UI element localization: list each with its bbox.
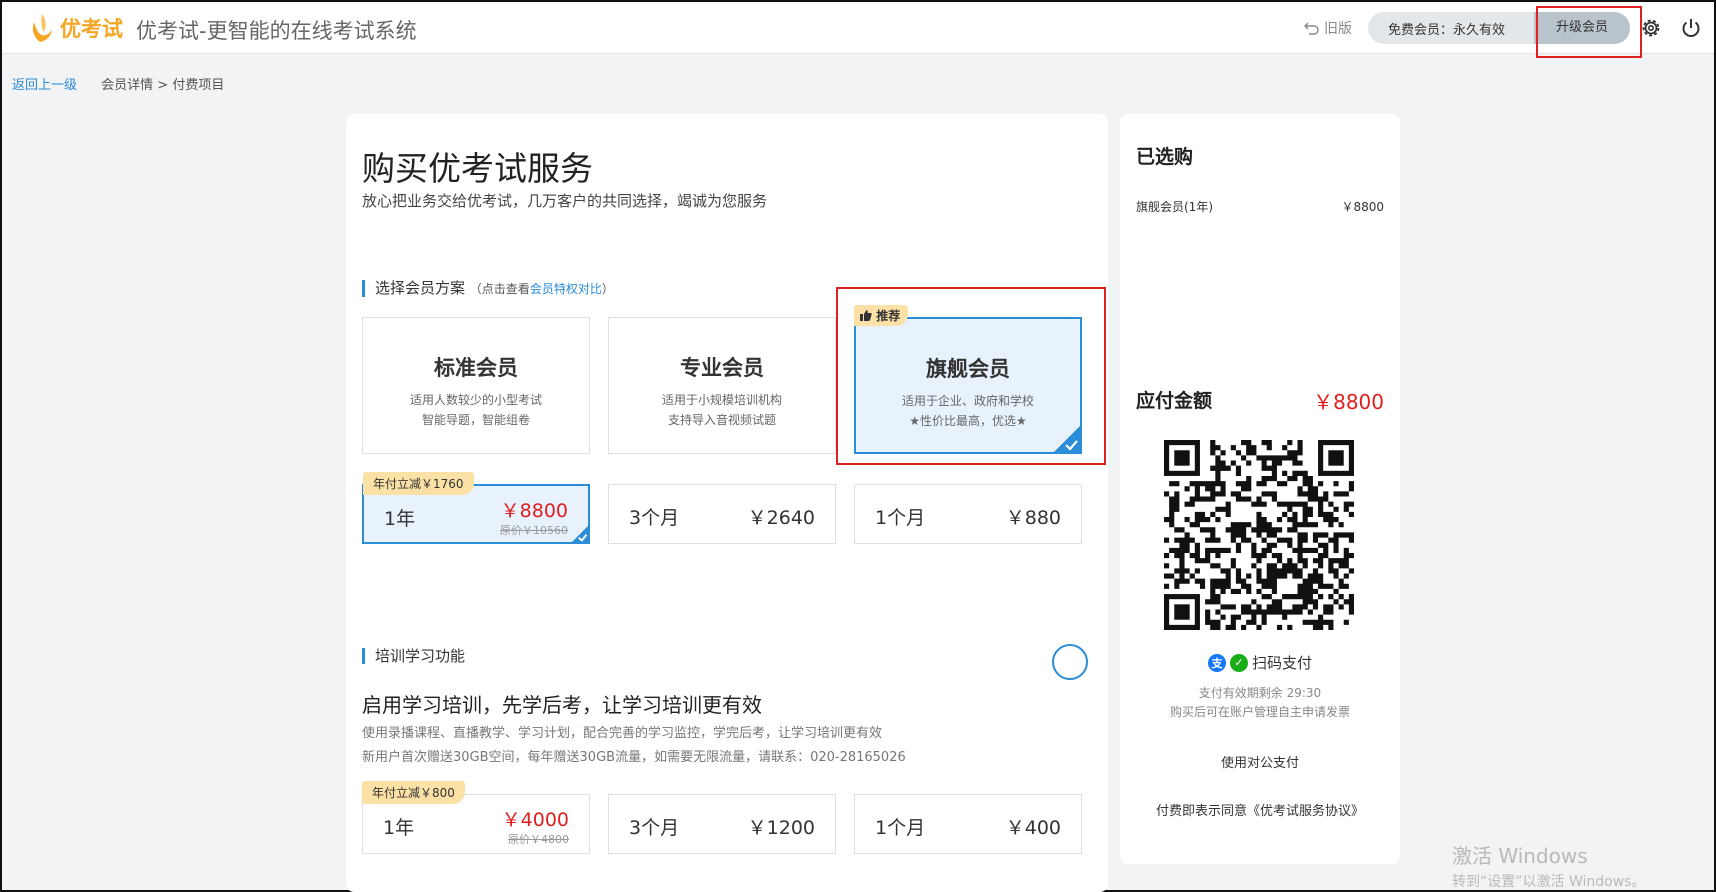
service-agreement-link[interactable]: 付费即表示同意《优考试服务协议》 — [1120, 800, 1400, 819]
payable-amount: ￥8800 — [1313, 390, 1384, 414]
training-section-title: 培训学习功能 — [375, 647, 466, 665]
qr-finder — [1328, 450, 1344, 466]
undo-icon — [1304, 22, 1319, 35]
price-amount: ￥1200 — [747, 817, 815, 839]
purchase-card: 购买优考试服务 放心把业务交给优考试，几万客户的共同选择，竭诚为您服务 选择会员… — [346, 114, 1108, 892]
discount-badge: 年付立减￥800 — [362, 781, 465, 804]
selected-item-name: 旗舰会员(1年) — [1136, 200, 1213, 214]
price-duration: 1年 — [383, 817, 415, 839]
order-summary-card: 已选购 旗舰会员(1年) ￥8800 应付金额 ￥8800 支 ✓ 扫码支付 支… — [1120, 114, 1400, 864]
scan-pay-row: 支 ✓ 扫码支付 — [1120, 652, 1400, 673]
price-duration: 1个月 — [875, 817, 926, 839]
back-link[interactable]: 返回上一级 — [12, 78, 77, 93]
price-amount: ￥880 — [1005, 507, 1061, 529]
price-option-1-month[interactable]: 1个月 ￥880 — [854, 484, 1082, 544]
plan-desc-line: 智能导题，智能组卷 — [421, 413, 530, 427]
upgrade-highlight-box — [1536, 6, 1642, 58]
selected-check-icon — [571, 525, 589, 543]
plan-desc-line: 适用于小规模培训机构 — [661, 393, 782, 407]
scan-pay-label: 扫码支付 — [1251, 654, 1312, 672]
price-duration: 3个月 — [629, 507, 680, 529]
plan-name: 专业会员 — [680, 356, 764, 380]
old-version-label: 旧版 — [1324, 21, 1352, 37]
payment-qr-code — [1164, 440, 1354, 630]
price-amount: ￥400 — [1005, 817, 1061, 839]
price-amount: ￥2640 — [747, 507, 815, 529]
invoice-note: 购买后可在账户管理自主申请发票 — [1169, 705, 1350, 719]
selected-item-row: 旗舰会员(1年) ￥8800 — [1136, 198, 1384, 215]
training-price-1-year[interactable]: 年付立减￥800 1年 ￥4000 原价￥4800 — [362, 781, 590, 854]
alipay-icon: 支 — [1207, 653, 1226, 672]
old-version-link[interactable]: 旧版 — [1304, 18, 1352, 38]
plan-hint-suffix: ） — [601, 282, 614, 296]
logo[interactable]: 优考试 — [28, 12, 123, 44]
member-status: 免费会员：永久有效 — [1388, 22, 1506, 38]
page-title: 购买优考试服务 — [362, 149, 593, 188]
flagship-highlight-box — [836, 287, 1106, 465]
training-desc: 使用录播课程、直播教学、学习计划，配合完善的学习监控，学完后考，让学习培训更有效… — [362, 722, 906, 770]
app-title: 优考试-更智能的在线考试系统 — [136, 19, 417, 43]
plan-desc-line: 支持导入音视频试题 — [667, 413, 776, 427]
plan-card-professional[interactable]: 专业会员 适用于小规模培训机构 支持导入音视频试题 — [608, 317, 836, 454]
original-price: 原价￥4800 — [508, 833, 569, 846]
plan-desc: 适用人数较少的小型考试 智能导题，智能组卷 — [363, 390, 589, 430]
training-title: 启用学习培训，先学后考，让学习培训更有效 — [362, 693, 762, 717]
training-price-3-months[interactable]: 3个月 ￥1200 — [608, 794, 836, 854]
plan-section-label: 选择会员方案 （点击查看会员特权对比） — [362, 280, 614, 297]
plan-card-standard[interactable]: 标准会员 适用人数较少的小型考试 智能导题，智能组卷 — [362, 317, 590, 454]
watermark-line: 转到“设置”以激活 Windows。 — [1452, 874, 1646, 890]
plan-section-title: 选择会员方案 — [375, 279, 466, 297]
price-duration: 1年 — [384, 508, 416, 530]
plan-hint-prefix: （点击查看 — [469, 282, 530, 296]
training-desc-line: 使用录播课程、直播教学、学习计划，配合完善的学习监控，学完后考，让学习培训更有效 — [362, 726, 883, 741]
qr-finder — [1174, 604, 1190, 620]
selected-title: 已选购 — [1136, 146, 1194, 168]
price-duration: 3个月 — [629, 817, 680, 839]
expire-note: 支付有效期剩余 29:30 — [1198, 686, 1322, 700]
logo-text: 优考试 — [60, 17, 123, 41]
original-price: 原价￥10560 — [500, 524, 568, 537]
breadcrumb-path: 会员详情 > 付费项目 — [101, 78, 225, 93]
price-amount: ￥4000 — [501, 809, 569, 831]
corporate-pay-link[interactable]: 使用对公支付 — [1120, 752, 1400, 771]
wechat-pay-icon: ✓ — [1229, 653, 1248, 672]
windows-activation-watermark: 激活 Windows 转到“设置”以激活 Windows。 — [1452, 840, 1645, 891]
gear-icon[interactable] — [1640, 17, 1662, 39]
logo-icon — [32, 14, 52, 42]
training-toggle[interactable] — [1052, 644, 1088, 680]
plan-desc: 适用于小规模培训机构 支持导入音视频试题 — [609, 390, 835, 430]
qr-finder — [1174, 450, 1190, 466]
training-price-1-month[interactable]: 1个月 ￥400 — [854, 794, 1082, 854]
compare-privileges-link[interactable]: 会员特权对比 — [530, 282, 602, 296]
price-option-1-year[interactable]: 年付立减￥1760 1年 ￥8800 原价￥10560 — [362, 472, 590, 544]
page-subtitle: 放心把业务交给优考试，几万客户的共同选择，竭诚为您服务 — [362, 192, 768, 210]
breadcrumb: 返回上一级 会员详情 > 付费项目 — [12, 74, 224, 93]
power-icon[interactable] — [1680, 17, 1702, 39]
training-desc-line: 新用户首次赠送30GB空间，每年赠送30GB流量，如需要无限流量，请联系：020… — [362, 750, 906, 765]
payable-label: 应付金额 — [1136, 390, 1213, 412]
price-duration: 1个月 — [875, 507, 926, 529]
watermark-line: 激活 Windows — [1452, 844, 1588, 868]
top-bar: 优考试 优考试-更智能的在线考试系统 旧版 免费会员：永久有效 升级会员 — [2, 2, 1714, 54]
discount-badge: 年付立减￥1760 — [363, 472, 474, 495]
selected-item-price: ￥8800 — [1341, 200, 1384, 214]
training-section-label: 培训学习功能 — [362, 648, 465, 664]
plan-name: 标准会员 — [434, 356, 518, 380]
price-option-3-months[interactable]: 3个月 ￥2640 — [608, 484, 836, 544]
payment-notes: 支付有效期剩余 29:30 购买后可在账户管理自主申请发票 — [1120, 684, 1400, 722]
plan-desc-line: 适用人数较少的小型考试 — [409, 393, 542, 407]
price-amount: ￥8800 — [500, 500, 568, 522]
